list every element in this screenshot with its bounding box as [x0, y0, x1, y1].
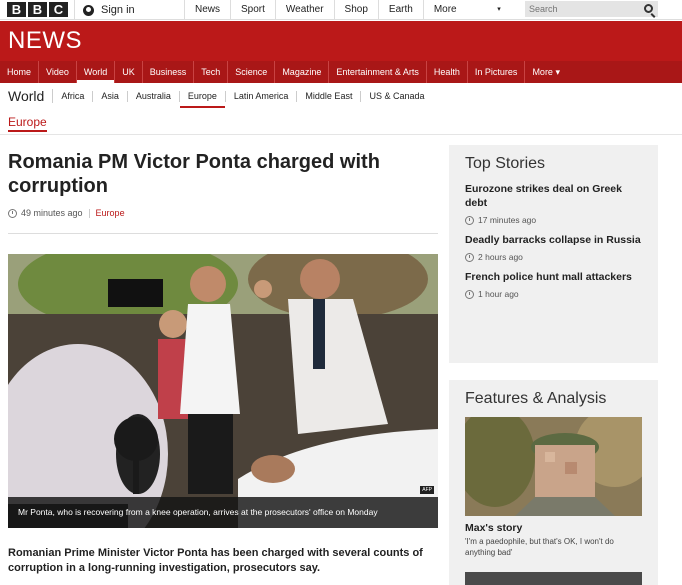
features-title: Features & Analysis	[465, 390, 607, 407]
search-icon[interactable]	[644, 4, 653, 13]
article-intro: Romanian Prime Minister Victor Ponta has…	[8, 547, 423, 574]
photo-illustration	[8, 254, 438, 528]
logo-letter-b1: B	[7, 2, 26, 17]
main-nav: Home Video World UK Business Tech Scienc…	[0, 61, 682, 83]
clock-icon	[465, 215, 474, 225]
top-stories-panel: Top Stories Eurozone strikes deal on Gre…	[449, 145, 658, 363]
top-story-item[interactable]: French police hunt mall attackers 1 hour…	[465, 270, 642, 299]
global-nav-more[interactable]: More ▾	[422, 0, 511, 20]
top-story-headline[interactable]: French police hunt mall attackers	[465, 270, 642, 284]
clock-icon	[465, 252, 474, 262]
global-nav-weather[interactable]: Weather	[274, 0, 334, 20]
meta-separator	[88, 208, 90, 218]
subnav-us-canada[interactable]: US & Canada	[361, 91, 432, 102]
nav-tech[interactable]: Tech	[194, 61, 229, 83]
subnav-latin-america[interactable]: Latin America	[226, 90, 298, 102]
nav-video[interactable]: Video	[39, 61, 77, 83]
news-banner: NEWS	[0, 21, 682, 61]
subnav-europe[interactable]: Europe	[179, 90, 226, 108]
top-story-headline[interactable]: Eurozone strikes deal on Greek debt	[465, 182, 642, 210]
logo-letter-b2: B	[28, 2, 47, 17]
breadcrumb[interactable]: Europe	[8, 115, 47, 132]
global-nav-sport[interactable]: Sport	[230, 0, 275, 20]
top-story-headline[interactable]: Deadly barracks collapse in Russia	[465, 233, 642, 247]
top-story-time: 2 hours ago	[465, 252, 642, 262]
nav-magazine[interactable]: Magazine	[275, 61, 330, 83]
top-story-time-label: 2 hours ago	[478, 252, 523, 262]
article-headline: Romania PM Victor Ponta charged with cor…	[8, 151, 380, 197]
global-nav-earth[interactable]: Earth	[377, 0, 423, 20]
global-nav-more-label: More	[433, 4, 457, 15]
features-panel: Features & Analysis Max's story 'I'm a p…	[449, 380, 658, 585]
search-input[interactable]	[525, 4, 635, 14]
article-photo: AFP Mr Ponta, who is recovering from a k…	[8, 254, 438, 528]
top-story-time: 17 minutes ago	[465, 215, 642, 225]
photo-caption: Mr Ponta, who is recovering from a knee …	[8, 497, 438, 528]
top-story-item[interactable]: Deadly barracks collapse in Russia 2 hou…	[465, 233, 642, 262]
nav-in-pictures[interactable]: In Pictures	[468, 61, 526, 83]
user-icon	[83, 4, 94, 16]
article-timestamp: 49 minutes ago	[21, 208, 83, 218]
article-meta: 49 minutes ago Europe	[8, 208, 125, 218]
top-story-time-label: 1 hour ago	[478, 289, 519, 299]
sign-in-label: Sign in	[101, 4, 135, 16]
clock-icon	[8, 208, 17, 218]
top-story-time-label: 17 minutes ago	[478, 215, 537, 225]
article-divider	[8, 233, 438, 234]
subnav-africa[interactable]: Africa	[53, 90, 94, 102]
feature-thumbnail-illustration	[465, 417, 642, 516]
nav-entertainment[interactable]: Entertainment & Arts	[329, 61, 427, 83]
nav-health[interactable]: Health	[427, 61, 468, 83]
nav-business[interactable]: Business	[143, 61, 195, 83]
global-nav: News Sport Weather Shop Earth More ▾	[184, 0, 511, 20]
chevron-down-icon: ▾	[497, 6, 501, 13]
subnav-section-title[interactable]: World	[0, 89, 54, 103]
feature-thumbnail-next[interactable]	[465, 572, 642, 585]
nav-uk[interactable]: UK	[115, 61, 143, 83]
nav-world[interactable]: World	[76, 61, 116, 83]
nav-more[interactable]: More ▾	[525, 61, 567, 83]
divider	[0, 134, 682, 135]
photo-credit: AFP	[420, 486, 434, 494]
feature-summary: 'I'm a paedophile, but that's OK, I won'…	[465, 537, 614, 557]
global-nav-shop[interactable]: Shop	[333, 0, 378, 20]
logo-letter-c: C	[49, 2, 68, 17]
top-story-time: 1 hour ago	[465, 289, 642, 299]
sign-in-link[interactable]: Sign in	[74, 0, 184, 20]
global-header: B B C Sign in News Sport Weather Shop Ea…	[0, 0, 682, 20]
global-nav-news[interactable]: News	[184, 0, 230, 20]
world-subnav: World Africa Asia Australia Europe Latin…	[0, 84, 682, 108]
subnav-middle-east[interactable]: Middle East	[297, 90, 362, 102]
subnav-australia[interactable]: Australia	[128, 90, 180, 102]
nav-home[interactable]: Home	[0, 61, 40, 83]
subnav-asia[interactable]: Asia	[93, 90, 128, 102]
nav-science[interactable]: Science	[228, 61, 276, 83]
clock-icon	[465, 289, 474, 299]
top-story-item[interactable]: Eurozone strikes deal on Greek debt 17 m…	[465, 182, 642, 225]
feature-thumbnail[interactable]	[465, 417, 642, 516]
bbc-logo[interactable]: B B C	[7, 2, 68, 17]
feature-headline[interactable]: Max's story	[465, 522, 642, 534]
top-stories-title: Top Stories	[465, 155, 546, 172]
news-title[interactable]: NEWS	[8, 27, 82, 55]
article-section-link[interactable]: Europe	[96, 208, 125, 218]
search-box	[525, 1, 658, 17]
